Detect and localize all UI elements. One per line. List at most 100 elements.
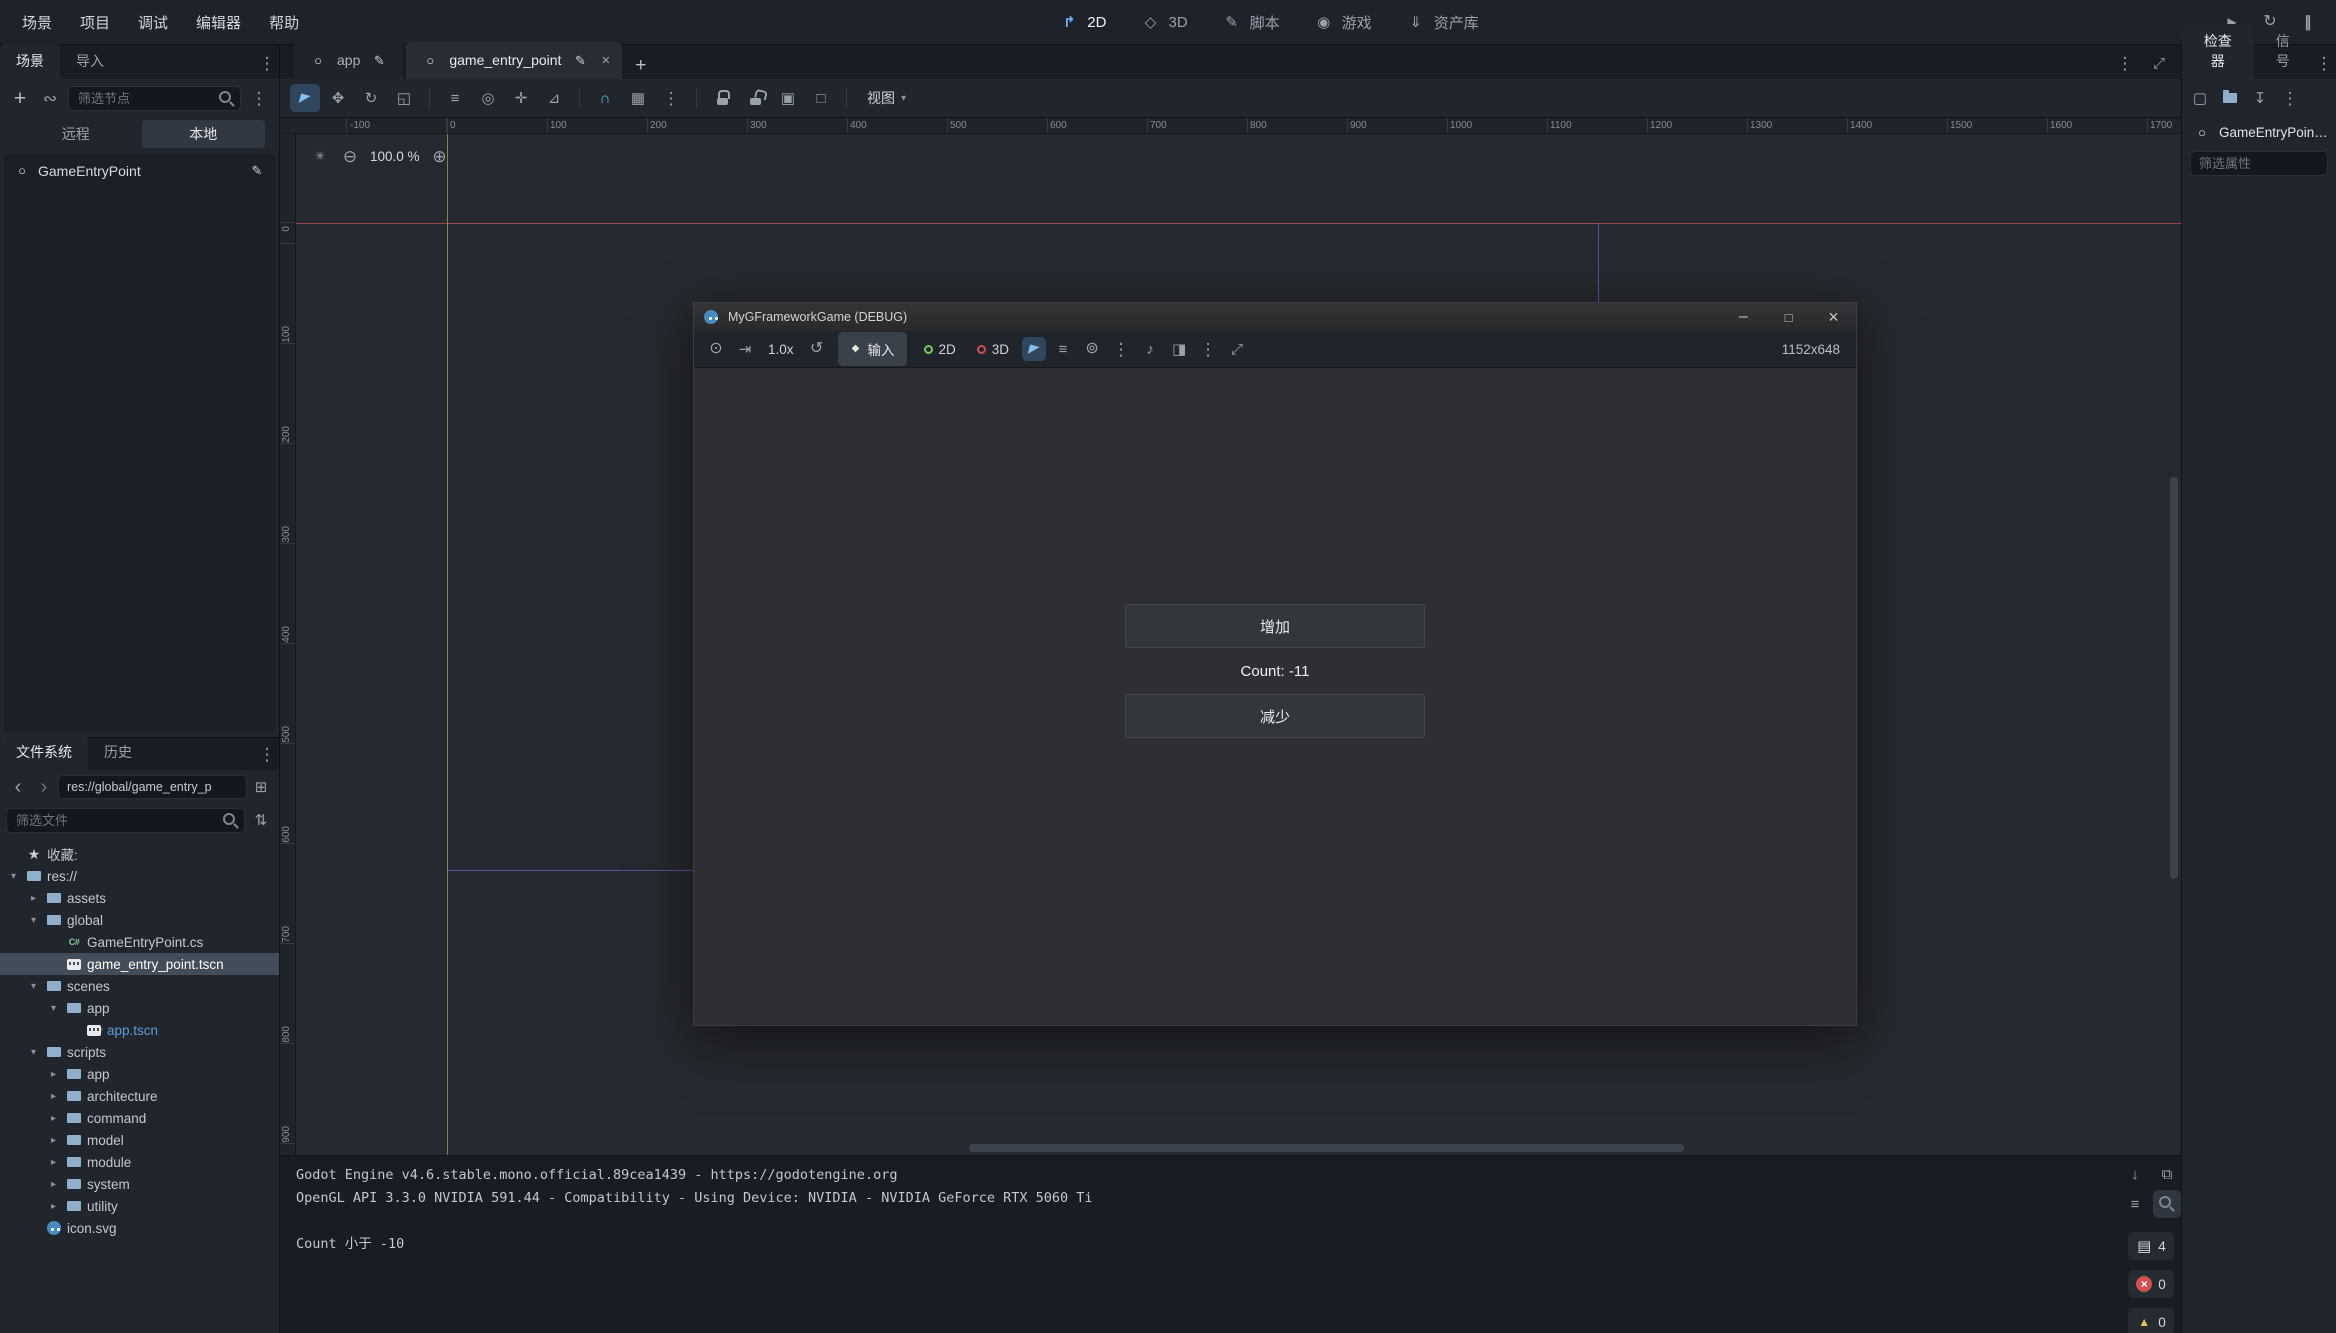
filesystem-row[interactable]: 收藏: [0,843,279,865]
expand-arrow-icon[interactable]: ▸ [46,1135,61,1146]
filesystem-row[interactable]: GameEntryPoint.cs [0,931,279,953]
expand-arrow-icon[interactable]: ▾ [26,981,41,992]
script-icon[interactable] [568,48,592,72]
icon-button[interactable] [2276,84,2304,112]
menubar-menu[interactable]: 项目 [68,7,122,38]
scene-tab[interactable]: game_entry_point × [406,42,622,79]
workspace-tab[interactable]: 资产库 [1392,6,1491,38]
filesystem-row[interactable]: ▸ assets [0,887,279,909]
dock-tab[interactable]: 导入 [60,44,120,79]
selection-options-icon[interactable] [1109,337,1133,361]
filesystem-row[interactable]: ▸ system [0,1173,279,1195]
menubar-menu[interactable]: 调试 [126,7,180,38]
message-count-badge[interactable]: 4 [2128,1232,2174,1260]
dock-tab[interactable]: 信号 [2254,24,2312,79]
canvas-tool-button[interactable] [473,84,503,112]
back-icon[interactable] [6,775,30,799]
filesystem-row[interactable]: ▾ app [0,997,279,1019]
vertical-scrollbar[interactable] [2170,477,2178,879]
minimize-button[interactable] [1721,303,1766,331]
view-menu-button[interactable]: 视图 ▾ [857,84,916,112]
canvas-tool-button[interactable] [740,84,770,112]
message-count-badge[interactable]: 0 [2128,1270,2174,1298]
add-node-icon[interactable] [8,87,32,111]
split-dock-icon[interactable] [249,775,273,799]
select-tool-icon[interactable] [1022,337,1046,361]
filesystem-row[interactable]: ▾ scripts [0,1041,279,1063]
canvas-tool-button[interactable] [290,84,320,112]
filesystem-menu-icon[interactable] [255,742,279,766]
embed-fullscreen-icon[interactable] [1225,337,1249,361]
close-button[interactable] [1811,303,1856,331]
attached-script-icon[interactable] [245,159,269,183]
canvas-tool-button[interactable] [440,84,470,112]
instance-scene-icon[interactable] [38,87,62,111]
debug-paint-icon[interactable] [1167,337,1191,361]
workspace-tab[interactable]: 游戏 [1300,6,1384,38]
distraction-free-icon[interactable] [2147,51,2171,75]
inspector-dock-menu-icon[interactable] [2312,51,2336,75]
expand-arrow-icon[interactable]: ▾ [46,1003,61,1014]
debug-options-icon[interactable] [704,337,728,361]
filesystem-row[interactable]: ▸ command [0,1107,279,1129]
scene-tree-mode-tab[interactable]: 远程 [14,120,138,148]
menubar-menu[interactable]: 帮助 [257,7,311,38]
scene-tree-mode-tab[interactable]: 本地 [142,120,266,148]
input-mode-button[interactable]: 输入 [838,332,907,366]
scene-tree-node[interactable]: GameEntryPoint [4,157,275,184]
menubar-menu[interactable]: 场景 [10,7,64,38]
filesystem-row[interactable]: ▸ architecture [0,1085,279,1107]
filesystem-row[interactable]: ▸ module [0,1151,279,1173]
canvas-tool-button[interactable] [656,84,686,112]
scene-dock-menu-icon[interactable] [247,87,271,111]
message-count-badge[interactable]: 0 [2128,1308,2174,1333]
maximize-button[interactable] [1766,303,1811,331]
canvas-tool-button[interactable] [506,84,536,112]
filesystem-row[interactable]: ▸ model [0,1129,279,1151]
dock-tab[interactable]: 文件系统 [0,735,88,770]
zoom-out-icon[interactable] [338,144,362,168]
workspace-tab[interactable]: 3D [1126,6,1199,38]
expand-arrow-icon[interactable]: ▸ [46,1113,61,1124]
canvas-tool-button[interactable] [773,84,803,112]
filesystem-row[interactable]: ▸ utility [0,1195,279,1217]
expand-arrow-icon[interactable]: ▾ [26,915,41,926]
script-icon[interactable] [367,48,391,72]
expand-arrow-icon[interactable]: ▾ [26,1047,41,1058]
filesystem-row[interactable]: icon.svg [0,1217,279,1239]
output-log[interactable]: Godot Engine v4.6.stable.mono.official.8… [280,1156,2121,1333]
new-scene-tab-button[interactable]: + [625,53,656,79]
expand-arrow-icon[interactable]: ▸ [46,1069,61,1080]
canvas-tool-button[interactable] [623,84,653,112]
expand-arrow-icon[interactable]: ▸ [46,1179,61,1190]
icon-button[interactable] [2246,84,2274,112]
canvas-tool-button[interactable] [323,84,353,112]
horizontal-scrollbar[interactable] [969,1144,1684,1152]
game-window-titlebar[interactable]: MyGFrameworkGame (DEBUG) [694,303,1856,331]
game-zoom-label[interactable]: 1.0x [762,342,800,357]
icon-button[interactable] [2153,1190,2181,1218]
expand-arrow-icon[interactable]: ▸ [46,1157,61,1168]
decrease-button[interactable]: 减少 [1125,694,1425,738]
filter-nodes-input[interactable] [68,86,241,111]
canvas-tool-button[interactable] [389,84,419,112]
expand-arrow-icon[interactable]: ▸ [46,1201,61,1212]
dock-tab[interactable]: 历史 [88,735,148,770]
canvas-tool-button[interactable] [806,84,836,112]
filesystem-row[interactable]: ▸ app [0,1063,279,1085]
icon-button[interactable] [2153,1160,2181,1188]
icon-button[interactable] [2121,1160,2149,1188]
canvas-tool-button[interactable] [590,84,620,112]
forward-icon[interactable] [32,775,56,799]
filter-files-input[interactable] [6,808,245,833]
visibility-icon[interactable] [1080,337,1104,361]
icon-button[interactable] [2121,1190,2149,1218]
icon-button[interactable] [2186,84,2214,112]
increase-button[interactable]: 增加 [1125,604,1425,648]
sort-files-icon[interactable] [249,809,273,833]
dock-menu-icon[interactable] [255,51,279,75]
zoom-in-icon[interactable] [428,144,452,168]
filesystem-row[interactable]: ▾ global [0,909,279,931]
next-frame-icon[interactable] [733,337,757,361]
filesystem-row[interactable]: ▾ res:// [0,865,279,887]
